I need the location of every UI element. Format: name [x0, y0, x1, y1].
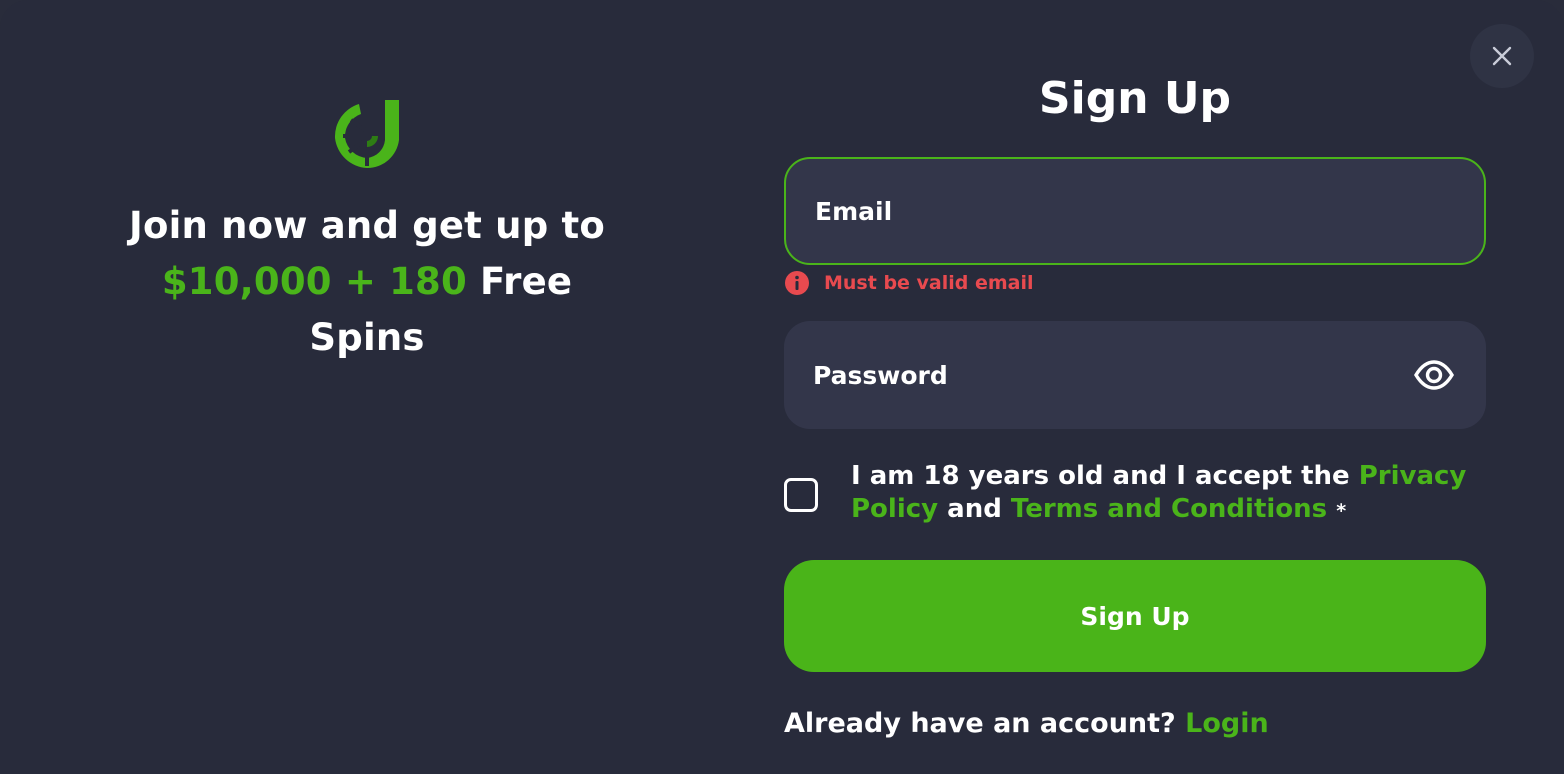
terms-consent: I am 18 years old and I accept the Priva… — [784, 460, 1486, 528]
promo-bonus-amount: $10,000 + 180 — [161, 260, 467, 303]
brand-logo-icon — [334, 100, 399, 169]
login-prompt-text: Already have an account? — [784, 708, 1176, 739]
terms-consent-text: I am 18 years old and I accept the Priva… — [851, 460, 1471, 528]
promo-line-3: Spins — [309, 316, 425, 359]
login-link[interactable]: Login — [1185, 708, 1269, 739]
password-field[interactable] — [811, 359, 1415, 391]
eye-icon[interactable] — [1414, 355, 1454, 395]
promo-panel: Join now and get up to $10,000 + 180 Fre… — [100, 96, 634, 366]
form-title: Sign Up — [1038, 73, 1232, 124]
consent-prefix: I am 18 years old and I accept the — [851, 461, 1350, 491]
promo-line-1: Join now and get up to — [129, 204, 605, 247]
login-prompt: Already have an account? Login — [784, 708, 1269, 739]
signup-modal: Join now and get up to $10,000 + 180 Fre… — [0, 0, 1564, 774]
signup-form: Sign Up Must be valid email I am 18 year… — [784, 70, 1486, 739]
close-icon — [1492, 46, 1512, 66]
email-field[interactable] — [813, 195, 1417, 227]
terms-link[interactable]: Terms and Conditions — [1011, 494, 1327, 524]
promo-line-2: Free — [480, 260, 573, 303]
password-field-container[interactable] — [784, 321, 1486, 429]
sign-up-button[interactable]: Sign Up — [784, 560, 1486, 672]
email-field-container[interactable] — [784, 157, 1486, 265]
terms-checkbox[interactable] — [784, 478, 818, 512]
required-mark: * — [1336, 500, 1347, 522]
error-info-icon — [785, 271, 809, 295]
email-error-text: Must be valid email — [824, 272, 1034, 294]
consent-and: and — [947, 494, 1002, 524]
promo-headline: Join now and get up to $10,000 + 180 Fre… — [100, 198, 634, 366]
email-error: Must be valid email — [784, 270, 1034, 296]
